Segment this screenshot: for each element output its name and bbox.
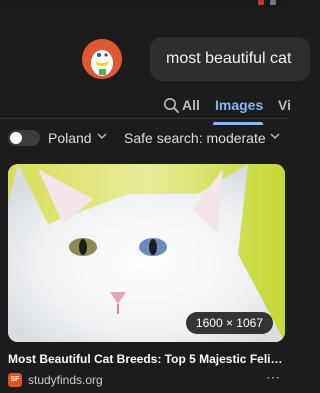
duck-icon	[82, 39, 122, 79]
header: most beautiful cat All Images Vi	[0, 8, 310, 125]
filters-bar: Poland Safe search: moderate	[0, 125, 290, 153]
chevron-down-icon	[97, 131, 107, 143]
safe-search-filter[interactable]: Safe search: moderate	[124, 130, 266, 146]
tab-all-label: All	[182, 97, 200, 113]
tab-indicator-icon	[270, 0, 276, 5]
top-strip	[0, 0, 290, 8]
tab-all[interactable]: All	[163, 97, 200, 113]
site-favicon-icon: SF	[8, 373, 22, 387]
source-domain: studyfinds.org	[28, 373, 103, 387]
toggle-knob	[10, 132, 22, 144]
result-title[interactable]: Most Beautiful Cat Breeds: Top 5 Majesti…	[8, 352, 286, 366]
tab-videos[interactable]: Vi	[278, 97, 291, 113]
search-input[interactable]: most beautiful cat	[166, 50, 291, 68]
search-box[interactable]: most beautiful cat	[150, 37, 310, 81]
region-filter[interactable]: Poland	[48, 130, 92, 146]
tabs-bar: All Images Vi	[0, 94, 291, 126]
region-toggle[interactable]	[8, 130, 40, 146]
divider	[0, 118, 290, 119]
chevron-down-icon	[270, 131, 280, 143]
image-dimensions-badge: 1600 × 1067	[185, 312, 273, 334]
tab-indicator-icon	[258, 0, 264, 5]
more-options-icon[interactable]: ⋯	[266, 369, 280, 386]
tab-images[interactable]: Images	[215, 97, 263, 113]
search-icon	[164, 98, 179, 113]
image-result-card[interactable]: 1600 × 1067	[8, 164, 285, 342]
duckduckgo-logo[interactable]	[82, 39, 122, 79]
